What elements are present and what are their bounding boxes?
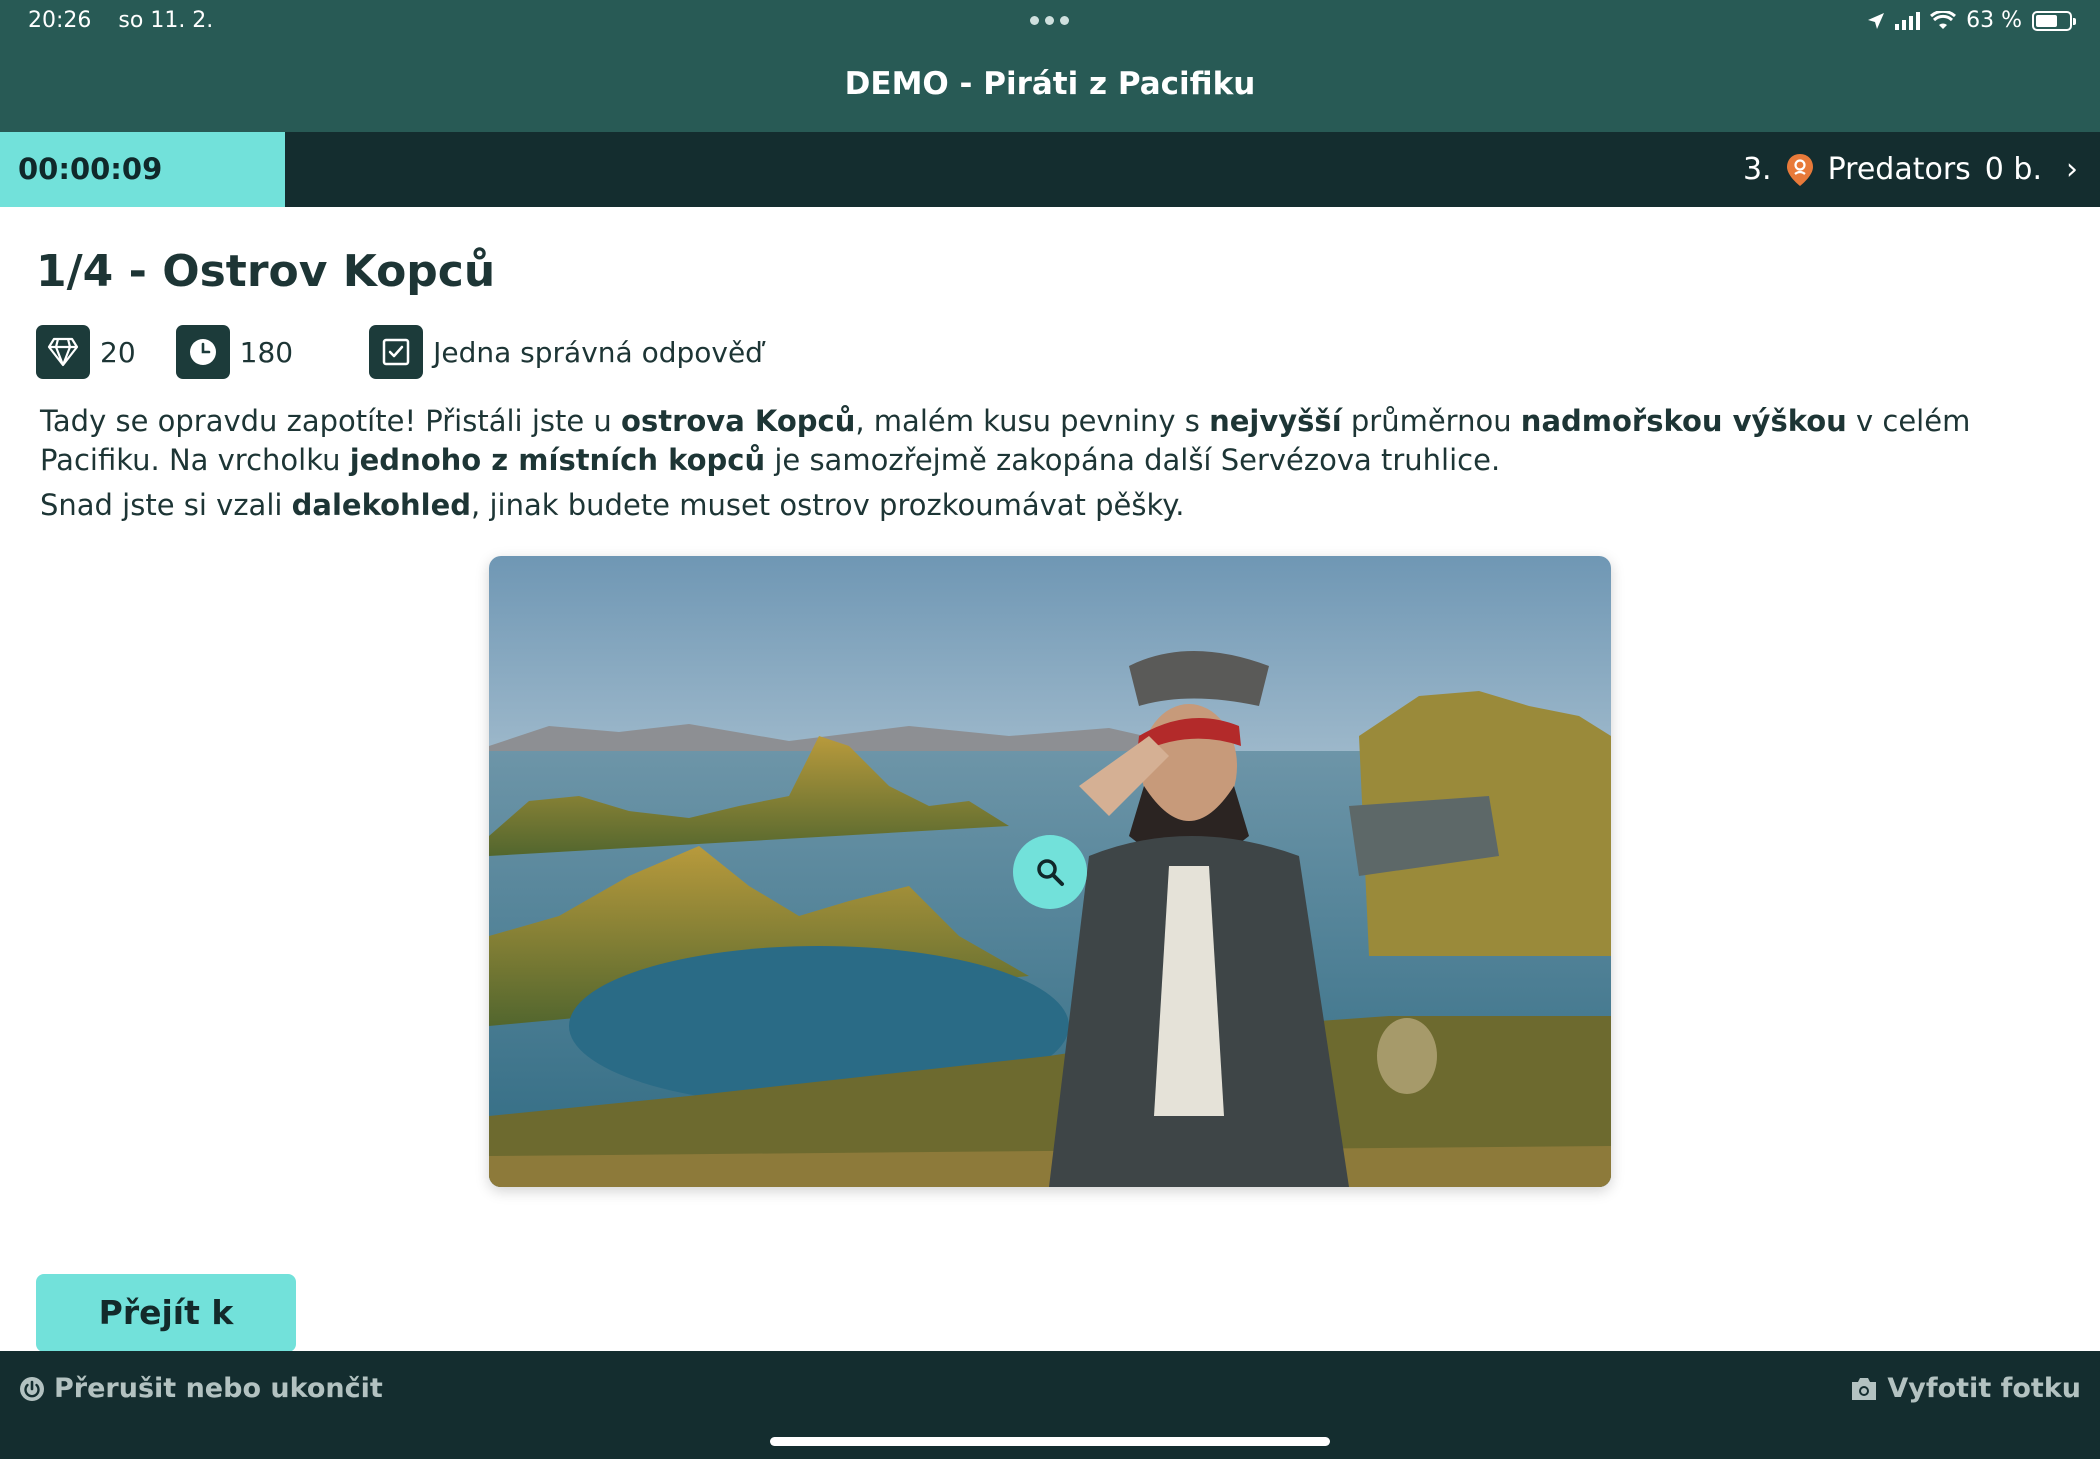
zoom-image-button[interactable]	[1013, 835, 1087, 909]
go-to-question-button[interactable]: Přejít k otázce	[36, 1274, 296, 1410]
team-info[interactable]: 3. Predators 0 b. ›	[1743, 132, 2078, 207]
checkbox-checked-icon	[369, 325, 424, 379]
task-points: 20	[36, 325, 136, 379]
home-indicator[interactable]	[770, 1437, 1330, 1446]
team-points: 0 b.	[1984, 152, 2042, 187]
task-title: 1/4 - Ostrov Kopců	[36, 246, 496, 297]
description-text: průměrnou	[1341, 404, 1521, 438]
wifi-icon	[1930, 10, 1957, 29]
description-emphasis: nejvyšší	[1209, 404, 1342, 438]
task-description: Tady se opravdu zapotíte! Přistáli jste …	[40, 402, 2070, 525]
description-emphasis: ostrova Kopců	[621, 404, 856, 438]
task-description-paragraph-1: Tady se opravdu zapotíte! Přistáli jste …	[40, 402, 2070, 480]
team-rank: 3.	[1742, 152, 1772, 187]
description-text: je samozřejmě zakopána další Servézova t…	[765, 443, 1501, 477]
power-icon	[20, 1376, 44, 1401]
app-header: 20:26 so 11. 2. 63 % DEMO - Piráti z Pac…	[0, 0, 2100, 132]
task-time-limit: 180	[175, 325, 294, 379]
chevron-right-icon: ›	[2066, 152, 2078, 187]
game-status-bar: 00:00:09 3. Predators 0 b. ›	[0, 132, 2100, 207]
description-emphasis: dalekohled	[291, 488, 472, 522]
status-bar-left: 20:26 so 11. 2.	[28, 8, 213, 33]
bottom-toolbar: Přerušit nebo ukončit Vyfotit fotku	[0, 1351, 2100, 1459]
cellular-signal-icon	[1895, 11, 1921, 30]
status-date: so 11. 2.	[118, 8, 214, 33]
task-points-value: 20	[100, 335, 136, 369]
description-text: , jinak budete muset ostrov prozkoumávat…	[471, 488, 1185, 522]
diamond-icon	[36, 325, 90, 379]
camera-icon	[1852, 1377, 1877, 1400]
app-title: DEMO - Piráti z Pacifiku	[844, 66, 1256, 102]
description-text: Snad jste si vzali	[40, 488, 292, 522]
description-emphasis: nadmořskou výškou	[1520, 404, 1847, 438]
quit-button-label: Přerušit nebo ukončit	[54, 1373, 383, 1404]
team-name: Predators	[1827, 152, 1971, 187]
status-bar-right: 63 %	[1867, 8, 2076, 33]
multitasking-dots-icon[interactable]	[1030, 16, 1069, 25]
task-meta: 20 180 Jedna správná odpověď	[36, 325, 763, 379]
location-arrow-icon	[1868, 12, 1885, 29]
take-photo-button[interactable]: Vyfotit fotku	[1849, 1373, 2081, 1404]
task-answer-type-label: Jedna správná odpověď	[433, 335, 763, 369]
quit-button[interactable]: Přerušit nebo ukončit	[18, 1373, 383, 1404]
task-description-paragraph-2: Snad jste si vzali dalekohled, jinak bud…	[40, 486, 2070, 525]
take-photo-button-label: Vyfotit fotku	[1887, 1373, 2081, 1404]
battery-icon	[2032, 10, 2076, 31]
description-emphasis: jednoho z místních kopců	[349, 443, 766, 477]
battery-percentage: 63 %	[1966, 8, 2022, 33]
description-text: Tady se opravdu zapotíte! Přistáli jste …	[40, 404, 622, 438]
clock-icon	[175, 325, 230, 379]
task-time-limit-value: 180	[239, 335, 294, 369]
game-timer: 00:00:09	[0, 132, 285, 207]
magnifier-icon	[1037, 859, 1064, 886]
task-answer-type: Jedna správná odpověď	[369, 325, 763, 379]
description-text: , malém kusu pevniny s	[855, 404, 1210, 438]
status-time: 20:26	[28, 8, 92, 33]
location-pin-icon	[1786, 153, 1813, 186]
